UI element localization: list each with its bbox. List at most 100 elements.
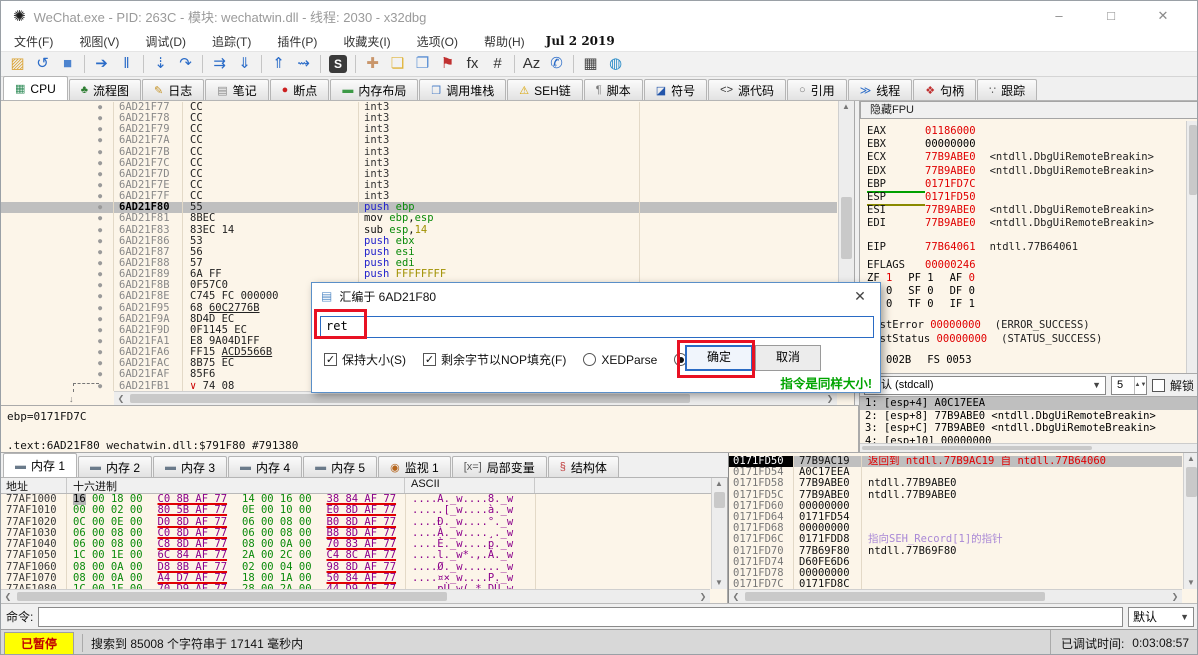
- stop-button[interactable]: ■: [55, 53, 80, 75]
- nop-fill-row[interactable]: ✓剩余字节以NOP填充(F): [423, 351, 576, 368]
- run-button[interactable]: ➔: [89, 53, 114, 75]
- cancel-button[interactable]: 取消: [755, 345, 821, 371]
- tab-breakpoints[interactable]: ●断点: [270, 79, 330, 100]
- tab-trace[interactable]: ∵跟踪: [977, 79, 1037, 100]
- hide-fpu-button[interactable]: 隐藏FPU: [860, 101, 1198, 119]
- scroll-thumb[interactable]: [1186, 467, 1197, 497]
- command-profile-select[interactable]: 默认 ▼: [1128, 607, 1194, 627]
- register-row[interactable]: EBX00000000: [867, 138, 1183, 151]
- menu-item[interactable]: 调试(D): [132, 33, 199, 50]
- pause-button[interactable]: ‖: [114, 53, 139, 75]
- register-row[interactable]: LastStatus 00000000(STATUS_SUCCESS): [867, 333, 1183, 346]
- run-to-user-code-button[interactable]: ⇝: [291, 53, 316, 75]
- keep-size-checkbox[interactable]: ✓: [324, 353, 337, 366]
- tab-graph[interactable]: ♣流程图: [69, 79, 141, 100]
- stack-row[interactable]: 0171FD7C0171FD8C: [729, 579, 1182, 589]
- scroll-thumb[interactable]: [862, 446, 1092, 450]
- memory-hscrollbar[interactable]: ❮ ❯: [1, 589, 710, 603]
- menu-item[interactable]: 文件(F): [1, 33, 66, 50]
- register-row[interactable]: ZF 1PF 1AF 0: [867, 272, 1183, 285]
- stack-row[interactable]: 0171FD7077B69F80ntdll.77B69F80: [729, 546, 1182, 557]
- scroll-thumb[interactable]: [841, 197, 852, 259]
- calling-convention-select[interactable]: 默认 (stdcall) ▼: [864, 376, 1106, 395]
- menu-item[interactable]: 插件(P): [264, 33, 330, 50]
- tab-notes[interactable]: ▤笔记: [205, 79, 268, 100]
- scroll-right-icon[interactable]: ❯: [823, 393, 837, 405]
- menu-build-date[interactable]: Jul 2 2019: [538, 34, 623, 48]
- tab-watch-1[interactable]: ◉监视 1: [378, 456, 451, 477]
- stack-row[interactable]: 0171FD5877B9ABE0ntdll.77B9ABE0: [729, 478, 1182, 489]
- scroll-thumb[interactable]: [714, 492, 725, 508]
- open-file-button[interactable]: ▨: [5, 53, 30, 75]
- scroll-left-icon[interactable]: ❮: [1, 591, 15, 603]
- stack-row[interactable]: 0171FD6000000000: [729, 501, 1182, 512]
- stack-row[interactable]: 0171FD640171FD54: [729, 512, 1182, 523]
- scroll-thumb[interactable]: [17, 592, 447, 601]
- step-into-button[interactable]: ⇣: [148, 53, 173, 75]
- labels-button[interactable]: ❐: [410, 53, 435, 75]
- stack-row[interactable]: 0171FD74D60FE6D6: [729, 557, 1182, 568]
- step-over-button[interactable]: ↷: [173, 53, 198, 75]
- register-row[interactable]: EFLAGS00000246: [867, 259, 1183, 272]
- menu-item[interactable]: 追踪(T): [199, 33, 264, 50]
- tab-threads[interactable]: ≫线程: [848, 79, 913, 100]
- dialog-close-icon[interactable]: ✕: [849, 288, 871, 305]
- scroll-up-icon[interactable]: ▲: [839, 101, 853, 113]
- title-bar[interactable]: ✺ WeChat.exe - PID: 263C - 模块: wechatwin…: [1, 1, 1197, 31]
- notes-device-button[interactable]: ✆: [544, 53, 569, 75]
- keep-size-row[interactable]: ✓保持大小(S): [324, 351, 416, 368]
- command-input[interactable]: [38, 607, 1123, 627]
- menu-item[interactable]: 收藏夹(I): [330, 33, 403, 50]
- comments-button[interactable]: ❏: [385, 53, 410, 75]
- tab-log[interactable]: ✎日志: [142, 79, 204, 100]
- register-row[interactable]: CF 0TF 0IF 1: [867, 298, 1183, 311]
- tab-dump-2[interactable]: ▬内存 2: [78, 456, 152, 477]
- disasm-row[interactable]: ●6AD21F7ACCint3: [1, 135, 837, 146]
- bookmarks-button[interactable]: ⚑: [435, 53, 460, 75]
- stepper-arrows-icon[interactable]: ▲▼: [1134, 377, 1146, 394]
- hash-button[interactable]: #: [485, 53, 510, 75]
- unlock-checkbox[interactable]: [1152, 379, 1165, 392]
- menu-item[interactable]: 帮助(H): [471, 33, 538, 50]
- engine-xedparse-row[interactable]: XEDParse: [583, 353, 667, 367]
- scroll-left-icon[interactable]: ❮: [114, 393, 128, 405]
- patches-button[interactable]: ✚: [360, 53, 385, 75]
- argument-row[interactable]: 3: [esp+C] 77B9ABE0 <ntdll.DbgUiRemoteBr…: [860, 422, 1198, 435]
- stack-row[interactable]: 0171FD6C0171FDD8指向SEH_Record[1]的指针: [729, 534, 1182, 545]
- tab-cpu[interactable]: ▦CPU: [3, 76, 68, 100]
- scroll-thumb[interactable]: [1189, 125, 1197, 195]
- execute-till-return-button[interactable]: ⇑: [266, 53, 291, 75]
- unlock-checkbox-row[interactable]: 解锁: [1152, 377, 1194, 394]
- close-button[interactable]: ✕: [1137, 1, 1189, 31]
- tab-references[interactable]: ○引用: [787, 79, 847, 100]
- scroll-right-icon[interactable]: ❯: [696, 591, 710, 603]
- arguments-hscrollbar[interactable]: [860, 443, 1198, 452]
- run-to-selection-button[interactable]: ⇉: [207, 53, 232, 75]
- register-row[interactable]: ECX77B9ABE0<ntdll.DbgUiRemoteBreakin>: [867, 151, 1183, 164]
- tab-locals[interactable]: [x=]局部变量: [452, 456, 547, 477]
- tab-source[interactable]: <>源代码: [708, 79, 786, 100]
- dialog-title-bar[interactable]: ▤ 汇编于 6AD21F80 ✕: [312, 283, 880, 309]
- scylla-button[interactable]: S: [329, 55, 347, 73]
- argument-depth-stepper[interactable]: 5 ▲▼: [1111, 376, 1147, 395]
- tab-script[interactable]: ¶脚本: [584, 79, 643, 100]
- tab-seh[interactable]: ⚠SEH链: [507, 79, 583, 100]
- tab-dump-5[interactable]: ▬内存 5: [303, 456, 377, 477]
- minimize-button[interactable]: –: [1033, 1, 1085, 31]
- scroll-right-icon[interactable]: ❯: [1168, 591, 1182, 603]
- scroll-down-icon[interactable]: ▼: [1184, 577, 1198, 589]
- ok-button[interactable]: 确定: [685, 345, 753, 371]
- tab-dump-1[interactable]: ▬内存 1: [3, 453, 77, 477]
- restart-button[interactable]: ↺: [30, 53, 55, 75]
- stack-hscrollbar[interactable]: ❮ ❯: [729, 589, 1182, 603]
- scroll-thumb[interactable]: [130, 394, 690, 403]
- register-row[interactable]: GS 002BFS 0053: [867, 354, 1183, 367]
- register-row[interactable]: ESI77B9ABE0<ntdll.DbgUiRemoteBreakin>: [867, 204, 1183, 217]
- tab-handles[interactable]: ❖句柄: [913, 79, 976, 100]
- register-row[interactable]: EIP77B64061ntdll.77B64061: [867, 241, 1183, 254]
- stack-row[interactable]: 0171FD5077B9AC19返回到 ntdll.77B9AC19 自 ntd…: [729, 456, 1182, 467]
- registers-vscrollbar[interactable]: [1186, 121, 1198, 373]
- register-row[interactable]: EDI77B9ABE0<ntdll.DbgUiRemoteBreakin>: [867, 217, 1183, 230]
- stack-row[interactable]: 0171FD5C77B9ABE0ntdll.77B9ABE0: [729, 490, 1182, 501]
- scroll-thumb[interactable]: [745, 592, 1045, 601]
